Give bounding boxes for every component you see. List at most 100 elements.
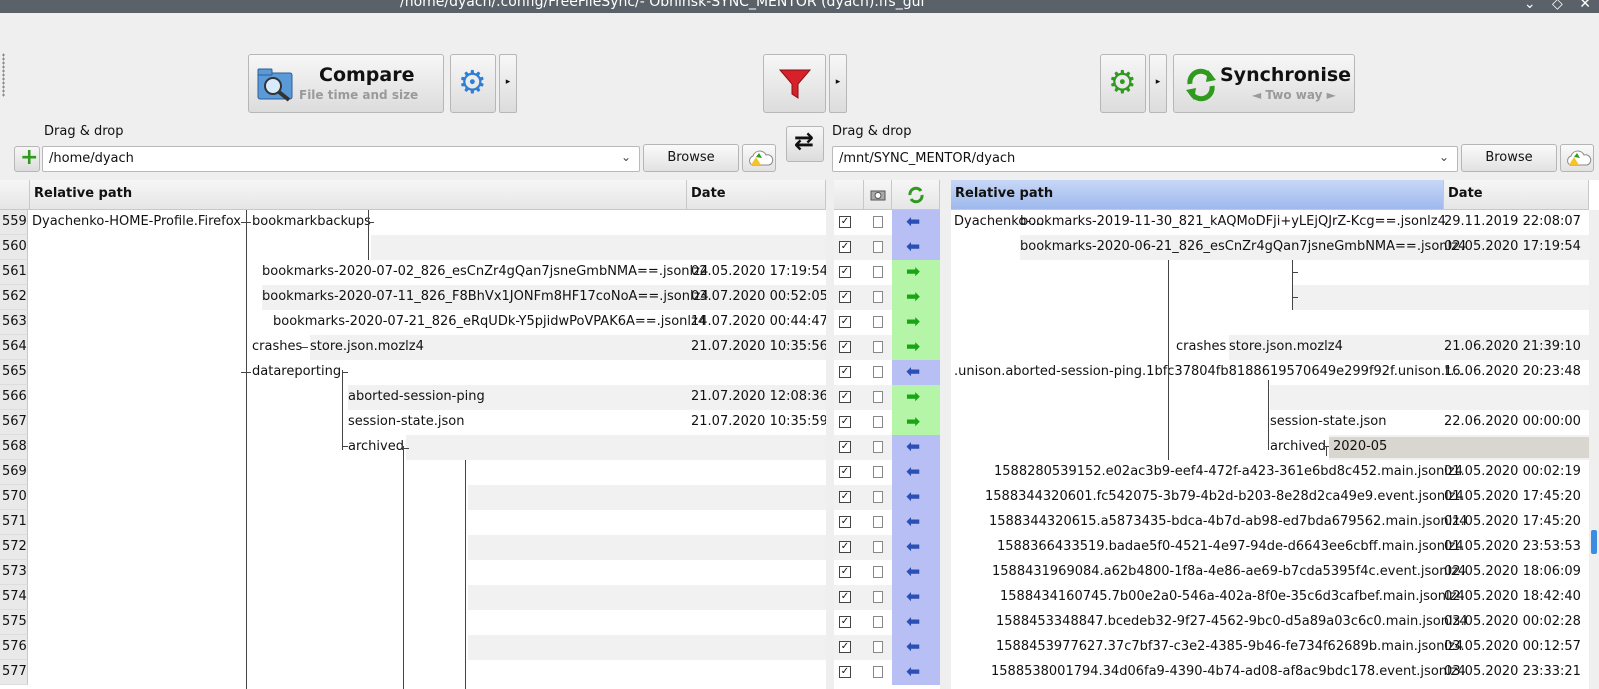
include-checkbox[interactable]: ✓ — [839, 541, 851, 553]
table-row[interactable]: ✓ ⬅ — [834, 235, 940, 260]
table-row[interactable]: 561 bookmarks-2020-07-02_826_esCnZr4gQan7… — [0, 260, 828, 285]
include-checkbox[interactable]: ✓ — [839, 641, 851, 653]
sync-action-cell[interactable]: ⬅ — [892, 460, 940, 485]
table-row[interactable]: 1588538001794.34d06fa9-4390-4b74-ad08-af… — [951, 660, 1589, 685]
diamond-icon[interactable]: ◇ — [1552, 0, 1563, 12]
sync-action-cell[interactable]: ⬅ — [892, 485, 940, 510]
sync-action-cell[interactable]: ⬅ — [892, 435, 940, 460]
sync-action-cell[interactable]: ⬅ — [892, 585, 940, 610]
table-row[interactable]: 1588344320615.a5873435-bdca-4b7d-ab98-ed… — [951, 510, 1589, 535]
table-row[interactable]: 574 — [0, 585, 826, 610]
table-row[interactable]: archived 2020-05 — [951, 435, 1589, 460]
table-row[interactable]: 564 crashes store.json.mozlz4 21.07.2020 10… — [0, 335, 828, 360]
sync-action-cell[interactable]: ⬅ — [892, 360, 940, 385]
sync-action-cell[interactable]: ➡ — [892, 410, 940, 435]
table-row[interactable] — [951, 310, 1589, 335]
table-row[interactable] — [951, 260, 1589, 285]
table-row[interactable]: ✓ ➡ — [834, 285, 940, 310]
table-row[interactable]: ✓ ➡ — [834, 260, 940, 285]
compare-menu-arrow[interactable]: ▸ — [499, 54, 517, 113]
sync-action-cell[interactable]: ⬅ — [892, 535, 940, 560]
left-folder-input[interactable]: /home/dyach ⌄ — [42, 146, 640, 172]
include-checkbox[interactable]: ✓ — [839, 366, 851, 378]
table-row[interactable]: 576 — [0, 635, 826, 660]
table-row[interactable]: 565 datareporting — [0, 360, 826, 385]
left-relative-path-header[interactable]: Relative path — [30, 180, 687, 210]
table-row[interactable]: .unison.aborted-session-ping.1bfc37804fb… — [951, 360, 1589, 385]
right-date-header[interactable]: Date — [1444, 180, 1589, 210]
table-row[interactable] — [951, 385, 1589, 410]
include-checkbox[interactable]: ✓ — [839, 391, 851, 403]
sync-action-cell[interactable]: ➡ — [892, 335, 940, 360]
table-row[interactable]: ✓ ⬅ — [834, 485, 940, 510]
table-row[interactable]: ✓ ⬅ — [834, 510, 940, 535]
include-checkbox[interactable]: ✓ — [839, 291, 851, 303]
right-splitter[interactable] — [940, 180, 951, 689]
compare-button[interactable]: Compare File time and size — [248, 54, 444, 113]
include-checkbox[interactable]: ✓ — [839, 491, 851, 503]
vertical-scrollbar[interactable] — [1589, 210, 1599, 689]
sync-action-cell[interactable]: ➡ — [892, 260, 940, 285]
right-folder-input[interactable]: /mnt/SYNC_MENTOR/dyach ⌄ — [832, 146, 1458, 172]
sync-action-cell[interactable]: ⬅ — [892, 660, 940, 685]
table-row[interactable]: 559 Dyachenko-HOME-Profile.Firefox bookmar… — [0, 210, 826, 235]
table-row[interactable]: ✓ ⬅ — [834, 535, 940, 560]
filter-menu-arrow[interactable]: ▸ — [829, 54, 847, 113]
table-row[interactable]: ✓ ⬅ — [834, 660, 940, 685]
table-row[interactable]: 1588434160745.7b00e2a0-546a-402a-8f0e-35… — [951, 585, 1589, 610]
table-row[interactable]: Dyachenko-… bookmarks-2019-11-30_821_kAQM… — [951, 210, 1589, 235]
table-row[interactable]: 572 — [0, 535, 826, 560]
table-row[interactable]: 1588453977627.37c7bf37-c3e2-4385-9b46-fe… — [951, 635, 1589, 660]
table-row[interactable] — [951, 285, 1589, 310]
table-row[interactable]: ✓ ➡ — [834, 385, 940, 410]
table-row[interactable]: 563 bookmarks-2020-07-21_826_eRqUDk-Y5pji… — [0, 310, 828, 335]
include-checkbox[interactable]: ✓ — [839, 441, 851, 453]
table-row[interactable]: crashes store.json.mozlz4 21.06.2020 21:39… — [951, 335, 1589, 360]
table-row[interactable]: ✓ ➡ — [834, 310, 940, 335]
table-row[interactable]: 570 — [0, 485, 826, 510]
sync-action-cell[interactable]: ⬅ — [892, 235, 940, 260]
table-row[interactable]: 571 — [0, 510, 826, 535]
table-row[interactable]: 562 bookmarks-2020-07-11_826_F8BhVx1JONFm… — [0, 285, 828, 310]
sync-action-cell[interactable]: ➡ — [892, 285, 940, 310]
sync-action-cell[interactable]: ⬅ — [892, 635, 940, 660]
include-checkbox[interactable]: ✓ — [839, 516, 851, 528]
chevron-down-icon[interactable]: ⌄ — [1524, 0, 1536, 12]
table-row[interactable]: 575 — [0, 610, 826, 635]
table-row[interactable]: 1588431969084.a62b4800-1f8a-4e86-ae69-b7… — [951, 560, 1589, 585]
sync-action-cell[interactable]: ⬅ — [892, 210, 940, 235]
table-row[interactable]: ✓ ⬅ — [834, 635, 940, 660]
sync-menu-arrow[interactable]: ▸ — [1149, 54, 1167, 113]
checkbox-column-header[interactable] — [834, 180, 864, 210]
include-checkbox[interactable]: ✓ — [839, 216, 851, 228]
table-row[interactable]: ✓ ⬅ — [834, 610, 940, 635]
table-row[interactable]: ✓ ⬅ — [834, 585, 940, 610]
include-checkbox[interactable]: ✓ — [839, 566, 851, 578]
sync-settings-button[interactable]: ⚙ — [1100, 54, 1146, 113]
table-row[interactable]: session-state.json 22.06.2020 00:00:00 — [951, 410, 1589, 435]
table-row[interactable]: 577 — [0, 660, 826, 685]
sync-action-cell[interactable]: ⬅ — [892, 560, 940, 585]
filter-button[interactable] — [763, 54, 826, 113]
include-checkbox[interactable]: ✓ — [839, 341, 851, 353]
action-column-header[interactable] — [892, 180, 940, 210]
table-row[interactable]: ✓ ⬅ — [834, 435, 940, 460]
table-row[interactable]: ✓ ⬅ — [834, 210, 940, 235]
table-row[interactable]: 1588366433519.badae5f0-4521-4e97-94de-d6… — [951, 535, 1589, 560]
table-row[interactable]: 568 archived — [0, 435, 826, 460]
table-row[interactable]: 560 — [0, 235, 826, 260]
table-row[interactable]: ✓ ⬅ — [834, 460, 940, 485]
synchronise-button[interactable]: Synchronise ◄ Two way ► — [1173, 54, 1355, 113]
table-row[interactable]: 1588280539152.e02ac3b9-eef4-472f-a423-36… — [951, 460, 1589, 485]
sync-action-cell[interactable]: ➡ — [892, 310, 940, 335]
table-row[interactable]: 566 aborted-session-ping 21.07.2020 12:08:… — [0, 385, 828, 410]
include-checkbox[interactable]: ✓ — [839, 666, 851, 678]
left-browse-button[interactable]: Browse — [643, 144, 739, 172]
toolbar-grip[interactable] — [2, 53, 5, 97]
right-browse-button[interactable]: Browse — [1461, 144, 1557, 172]
include-checkbox[interactable]: ✓ — [839, 316, 851, 328]
table-row[interactable]: 1588453348847.bcedeb32-9f27-4562-9bc0-d5… — [951, 610, 1589, 635]
include-checkbox[interactable]: ✓ — [839, 241, 851, 253]
table-row[interactable]: bookmarks-2020-06-21_826_esCnZr4gQan7jsn… — [951, 235, 1589, 260]
scrollbar-thumb[interactable] — [1591, 530, 1597, 554]
